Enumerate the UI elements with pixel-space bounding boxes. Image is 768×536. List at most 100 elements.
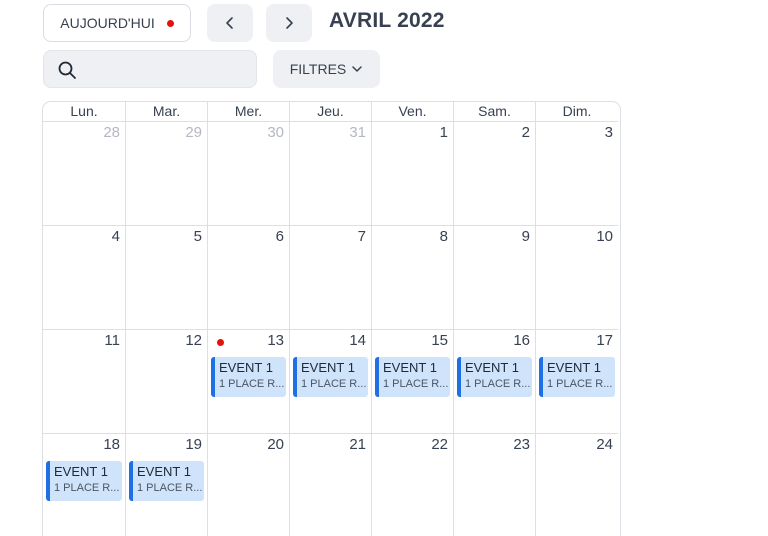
day-number: 3 xyxy=(604,124,613,141)
today-button-label: AUJOURD'HUI xyxy=(60,15,155,31)
day-number: 2 xyxy=(521,124,530,141)
calendar-event[interactable]: EVENT 1 1 PLACE R... xyxy=(293,357,368,397)
event-title: EVENT 1 xyxy=(301,360,355,375)
calendar-week-row: 18 EVENT 1 1 PLACE R... 19 EVENT 1 1 PLACE R.… xyxy=(43,434,620,536)
search-box[interactable] xyxy=(43,50,257,88)
weekday-header: Ven. xyxy=(372,102,454,122)
month-calendar: Lun. Mar. Mer. Jeu. Ven. Sam. Dim. 28 29 30 31 1 2 3… xyxy=(42,101,621,536)
calendar-event[interactable]: EVENT 1 1 PLACE R... xyxy=(457,357,532,397)
day-number: 8 xyxy=(439,228,448,245)
day-number: 11 xyxy=(104,332,120,349)
calendar-day-cell[interactable]: 20 xyxy=(208,434,290,536)
calendar-day-cell[interactable]: 5 xyxy=(126,226,208,330)
calendar-event[interactable]: EVENT 1 1 PLACE R... xyxy=(539,357,615,397)
day-number: 1 xyxy=(439,124,448,141)
calendar-day-cell[interactable]: 8 xyxy=(372,226,454,330)
day-number: 5 xyxy=(193,228,202,245)
event-title: EVENT 1 xyxy=(137,464,191,479)
weekday-header-row: Lun. Mar. Mer. Jeu. Ven. Sam. Dim. xyxy=(43,102,620,122)
calendar-day-cell[interactable]: 12 xyxy=(126,330,208,434)
day-number: 22 xyxy=(431,436,448,453)
calendar-day-cell[interactable]: 3 xyxy=(536,122,618,226)
calendar-day-cell[interactable]: 2 xyxy=(454,122,536,226)
calendar-day-cell[interactable]: 11 xyxy=(43,330,126,434)
calendar-day-cell[interactable]: 18 EVENT 1 1 PLACE R... xyxy=(43,434,126,536)
calendar-event[interactable]: EVENT 1 1 PLACE R... xyxy=(375,357,450,397)
month-title: AVRIL 2022 xyxy=(329,9,445,32)
day-number: 6 xyxy=(275,228,284,245)
calendar-day-cell[interactable]: 14 EVENT 1 1 PLACE R... xyxy=(290,330,372,434)
day-number: 31 xyxy=(349,124,366,141)
calendar-week-row: 11 12 13 EVENT 1 1 PLACE R... 14 EVENT 1 1 PLAC… xyxy=(43,330,620,434)
calendar-day-cell[interactable]: 21 xyxy=(290,434,372,536)
day-number: 12 xyxy=(185,332,202,349)
chevron-down-icon xyxy=(352,66,363,72)
calendar-day-cell[interactable]: 19 EVENT 1 1 PLACE R... xyxy=(126,434,208,536)
search-input[interactable] xyxy=(88,51,248,87)
event-location: 1 PLACE R... xyxy=(219,378,285,390)
day-number: 23 xyxy=(513,436,530,453)
weekday-header: Dim. xyxy=(536,102,618,122)
calendar-day-cell[interactable]: 31 xyxy=(290,122,372,226)
calendar-day-cell[interactable]: 23 xyxy=(454,434,536,536)
today-indicator-dot xyxy=(166,19,174,27)
day-number: 24 xyxy=(596,436,613,453)
event-location: 1 PLACE R... xyxy=(383,378,449,390)
day-number: 13 xyxy=(267,332,284,349)
calendar-day-cell[interactable]: 15 EVENT 1 1 PLACE R... xyxy=(372,330,454,434)
event-location: 1 PLACE R... xyxy=(54,482,120,494)
calendar-event[interactable]: EVENT 1 1 PLACE R... xyxy=(46,461,122,501)
day-number: 29 xyxy=(185,124,202,141)
calendar-day-cell[interactable]: 22 xyxy=(372,434,454,536)
calendar-event[interactable]: EVENT 1 1 PLACE R... xyxy=(211,357,286,397)
calendar-day-cell[interactable]: 1 xyxy=(372,122,454,226)
weekday-header: Sam. xyxy=(454,102,536,122)
event-location: 1 PLACE R... xyxy=(465,378,531,390)
event-location: 1 PLACE R... xyxy=(547,378,613,390)
day-number: 15 xyxy=(431,332,448,349)
event-location: 1 PLACE R... xyxy=(137,482,203,494)
calendar-week-row: 28 29 30 31 1 2 3 xyxy=(43,122,620,226)
calendar-day-cell[interactable]: 6 xyxy=(208,226,290,330)
calendar-day-cell[interactable]: 7 xyxy=(290,226,372,330)
calendar-day-cell[interactable]: 10 xyxy=(536,226,618,330)
calendar-day-cell[interactable]: 4 xyxy=(43,226,126,330)
day-number: 18 xyxy=(103,436,120,453)
day-number: 16 xyxy=(513,332,530,349)
filters-button[interactable]: FILTRES xyxy=(273,50,380,88)
day-number: 28 xyxy=(103,124,120,141)
day-number: 19 xyxy=(185,436,202,453)
day-number: 4 xyxy=(111,228,120,245)
day-number: 21 xyxy=(349,436,366,453)
event-title: EVENT 1 xyxy=(465,360,519,375)
calendar-day-cell[interactable]: 28 xyxy=(43,122,126,226)
calendar-day-cell[interactable]: 9 xyxy=(454,226,536,330)
day-number: 9 xyxy=(521,228,530,245)
calendar-day-cell[interactable]: 24 xyxy=(536,434,618,536)
calendar-day-cell[interactable]: 30 xyxy=(208,122,290,226)
event-title: EVENT 1 xyxy=(547,360,601,375)
weekday-header: Lun. xyxy=(43,102,126,122)
event-title: EVENT 1 xyxy=(219,360,273,375)
search-icon xyxy=(58,61,76,79)
day-number: 30 xyxy=(267,124,284,141)
today-button[interactable]: AUJOURD'HUI xyxy=(43,4,191,42)
previous-month-button[interactable] xyxy=(207,4,253,42)
today-indicator-dot xyxy=(217,339,224,346)
day-number: 14 xyxy=(349,332,366,349)
chevron-right-icon xyxy=(286,17,293,29)
event-title: EVENT 1 xyxy=(54,464,108,479)
weekday-header: Mar. xyxy=(126,102,208,122)
weekday-header: Mer. xyxy=(208,102,290,122)
calendar-day-cell[interactable]: 13 EVENT 1 1 PLACE R... xyxy=(208,330,290,434)
chevron-left-icon xyxy=(226,17,233,29)
calendar-day-cell[interactable]: 16 EVENT 1 1 PLACE R... xyxy=(454,330,536,434)
day-number: 20 xyxy=(267,436,284,453)
event-title: EVENT 1 xyxy=(383,360,437,375)
calendar-event[interactable]: EVENT 1 1 PLACE R... xyxy=(129,461,204,501)
calendar-day-cell[interactable]: 29 xyxy=(126,122,208,226)
day-number: 10 xyxy=(596,228,613,245)
next-month-button[interactable] xyxy=(266,4,312,42)
calendar-day-cell[interactable]: 17 EVENT 1 1 PLACE R... xyxy=(536,330,618,434)
event-location: 1 PLACE R... xyxy=(301,378,367,390)
